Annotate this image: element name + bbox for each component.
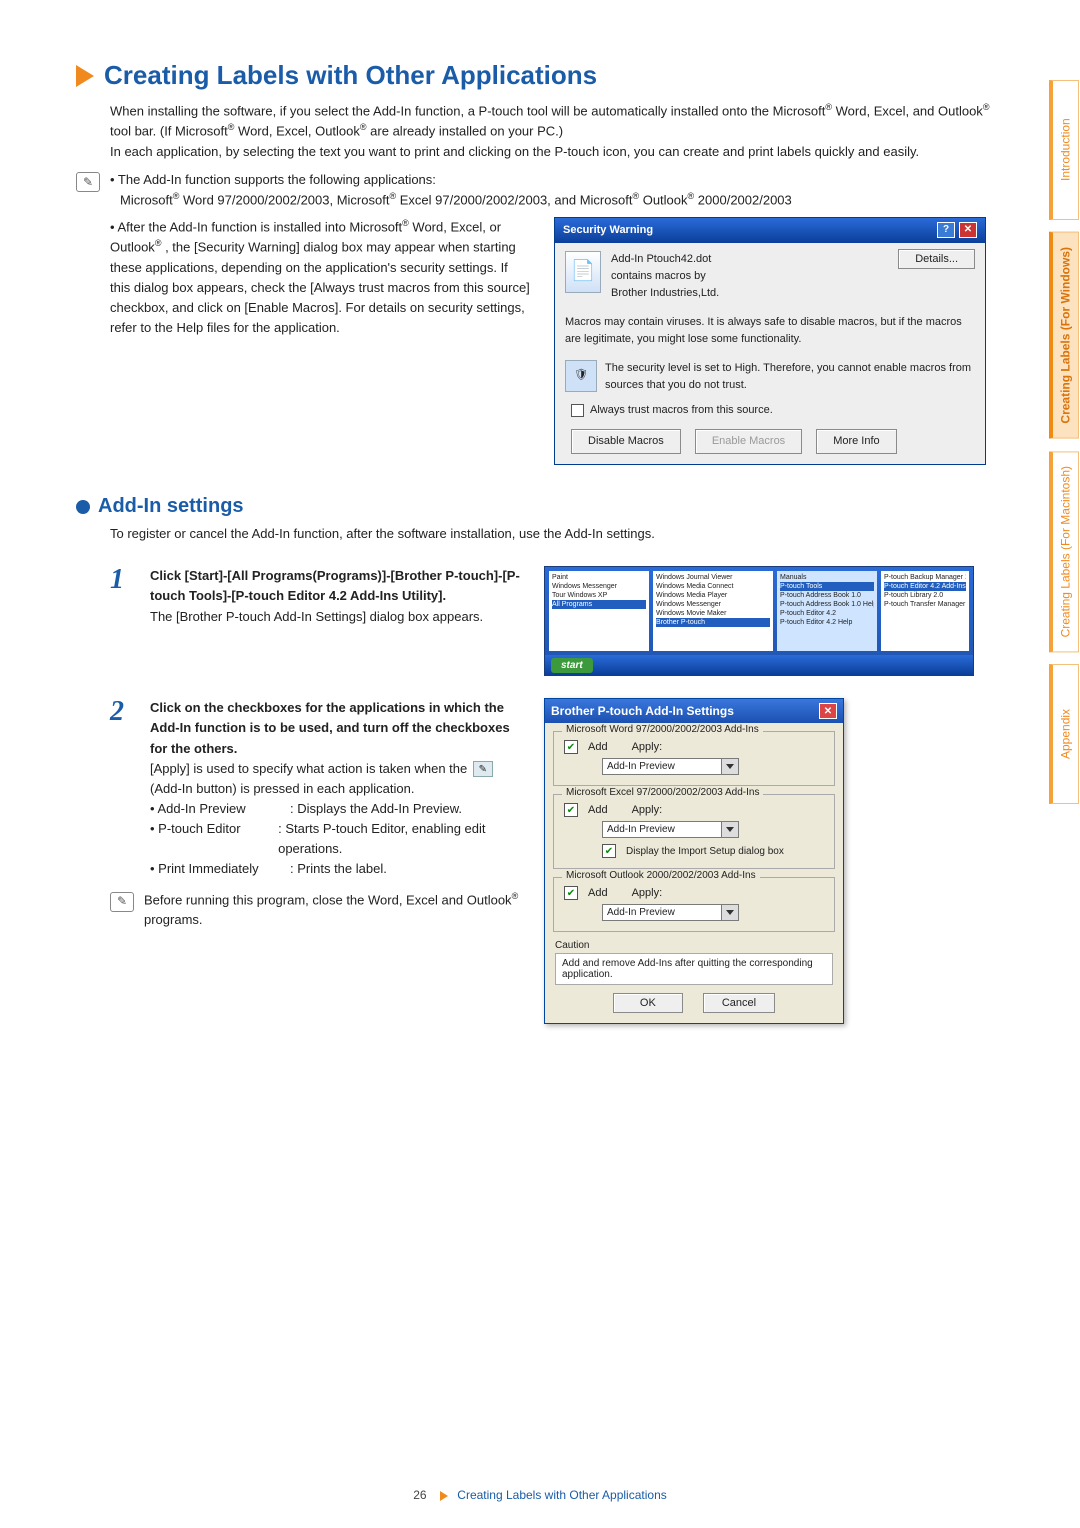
dialog-title: Brother P-touch Add-In Settings [551,704,734,718]
sidebar-tab-intro[interactable]: Introduction [1049,80,1079,220]
note1-line1: • The Add-In function supports the follo… [110,170,1040,190]
addin-intro: To register or cancel the Add-In functio… [110,524,1010,544]
word-add-checkbox[interactable]: ✔ [564,740,578,754]
secwarn-file: Add-In Ptouch42.dot [611,251,888,268]
word-apply-combo[interactable]: Add-In Preview [602,758,824,775]
note-icon: ✎ [76,172,100,192]
start-col2: Windows Journal Viewer Windows Media Con… [653,571,773,651]
outlook-add-label: Add [588,887,608,899]
group-excel: Microsoft Excel 97/2000/2002/2003 Add-In… [553,794,835,869]
page-title: Creating Labels with Other Applications [76,60,1040,91]
start-col4: P-touch Backup Manager 1.2 (supported mo… [881,571,969,651]
group-word: Microsoft Word 97/2000/2002/2003 Add-Ins… [553,731,835,786]
start-menu-screenshot: Paint Windows Messenger Tour Windows XP … [544,566,974,676]
caution-label: Caution [555,940,833,951]
sidebar: Introduction Creating Labels (For Window… [1044,80,1080,804]
secwarn-msg2: The security level is set to High. There… [605,360,975,394]
always-trust-checkbox[interactable]: Always trust macros from this source. [565,402,975,419]
secwarn-title: Security Warning [563,222,653,239]
note-addin: ✎ • The Add-In function supports the fol… [76,170,1040,465]
ok-button[interactable]: OK [613,993,683,1013]
sidebar-tab-windows[interactable]: Creating Labels (For Windows) [1049,232,1079,439]
taskbar: start [545,655,973,675]
addin-heading: Add-In settings [76,495,1040,518]
note1-b2: • After the Add-In function is installed… [110,217,530,339]
step-1-instruction: Click [Start]-[All Programs(Programs)]-[… [150,566,530,606]
cancel-button[interactable]: Cancel [703,993,775,1013]
intro-1b: Word, Excel, and Outlook [836,103,983,118]
secwarn-titlebar: Security Warning ? ✕ [555,218,985,243]
note-icon: ✎ [110,892,134,912]
display-import-label: Display the Import Setup dialog box [626,846,784,857]
shield-icon: 🛡 [565,360,597,392]
chevron-down-icon[interactable] [722,821,739,838]
excel-apply-combo[interactable]: Add-In Preview [602,821,824,838]
more-info-button[interactable]: More Info [816,429,896,454]
apply-options: • Add-In Preview: Displays the Add-In Pr… [150,799,530,880]
caution-body: Add and remove Add-Ins after quitting th… [555,953,833,985]
display-import-checkbox[interactable]: ✔ [602,844,616,858]
disable-macros-button[interactable]: Disable Macros [571,429,681,454]
page-number: 26 [413,1488,426,1502]
outlook-apply-label: Apply: [632,887,663,899]
excel-add-checkbox[interactable]: ✔ [564,803,578,817]
step-1-desc: The [Brother P-touch Add-In Settings] di… [150,607,530,627]
page-title-text: Creating Labels with Other Applications [104,60,597,91]
page: Introduction Creating Labels (For Window… [0,0,1080,1528]
step-2: 2 Click on the checkboxes for the applic… [110,698,1040,1024]
group-excel-title: Microsoft Excel 97/2000/2002/2003 Add-In… [562,787,763,798]
note1-line2: Microsoft® Word 97/2000/2002/2003, Micro… [110,190,1040,210]
group-word-title: Microsoft Word 97/2000/2002/2003 Add-Ins [562,724,763,735]
chevron-down-icon[interactable] [722,758,739,775]
step-2-instruction: Click on the checkboxes for the applicat… [150,698,530,758]
checkbox-icon [571,404,584,417]
outlook-apply-combo[interactable]: Add-In Preview [602,904,824,921]
enable-macros-button[interactable]: Enable Macros [695,429,802,454]
close-icon[interactable]: ✕ [819,703,837,719]
triangle-icon [76,65,94,87]
secwarn-contains: contains macros by [611,268,888,285]
secwarn-msg1: Macros may contain viruses. It is always… [565,314,975,348]
document-icon: 📄 [565,251,601,293]
always-trust-label: Always trust macros from this source. [590,402,773,419]
step-2-note: Before running this program, close the W… [144,890,530,931]
start-button[interactable]: start [551,658,593,673]
excel-apply-label: Apply: [632,804,663,816]
addin-heading-text: Add-In settings [98,495,244,518]
help-icon[interactable]: ? [937,222,955,238]
intro-paragraph: When installing the software, if you sel… [110,101,1010,162]
secwarn-company: Brother Industries,Ltd. [611,285,888,302]
intro-1c: tool bar. (If Microsoft [110,124,228,139]
bullet-icon [76,500,90,514]
intro-1d: Word, Excel, Outlook [238,124,360,139]
sidebar-tab-mac[interactable]: Creating Labels (For Macintosh) [1049,451,1079,652]
close-icon[interactable]: ✕ [959,222,977,238]
dialog-titlebar: Brother P-touch Add-In Settings ✕ [545,699,843,723]
outlook-add-checkbox[interactable]: ✔ [564,886,578,900]
sidebar-tab-appendix[interactable]: Appendix [1049,664,1079,804]
group-outlook-title: Microsoft Outlook 2000/2002/2003 Add-Ins [562,870,760,881]
intro-1e: are already installed on your PC.) [370,124,563,139]
step-2-apply-desc: [Apply] is used to specify what action i… [150,759,530,799]
addin-button-icon: ✎ [473,761,493,777]
excel-add-label: Add [588,804,608,816]
details-button[interactable]: Details... [898,249,975,269]
addin-settings-dialog: Brother P-touch Add-In Settings ✕ Micros… [544,698,844,1024]
security-warning-dialog: Security Warning ? ✕ 📄 Add-In Ptouch42.d… [554,217,986,465]
footer-link[interactable]: Creating Labels with Other Applications [457,1488,666,1502]
start-col3: Manuals P-touch Tools P-touch Address Bo… [777,571,877,651]
group-outlook: Microsoft Outlook 2000/2002/2003 Add-Ins… [553,877,835,932]
intro-2: In each application, by selecting the te… [110,144,919,159]
page-footer: 26 Creating Labels with Other Applicatio… [0,1488,1080,1502]
chevron-down-icon[interactable] [722,904,739,921]
step-1-number: 1 [110,566,136,676]
start-col1: Paint Windows Messenger Tour Windows XP … [549,571,649,651]
word-apply-label: Apply: [632,741,663,753]
word-add-label: Add [588,741,608,753]
step-1: 1 Click [Start]-[All Programs(Programs)]… [110,566,1040,676]
intro-1a: When installing the software, if you sel… [110,103,825,118]
triangle-icon [440,1491,448,1501]
step-2-number: 2 [110,698,136,1024]
